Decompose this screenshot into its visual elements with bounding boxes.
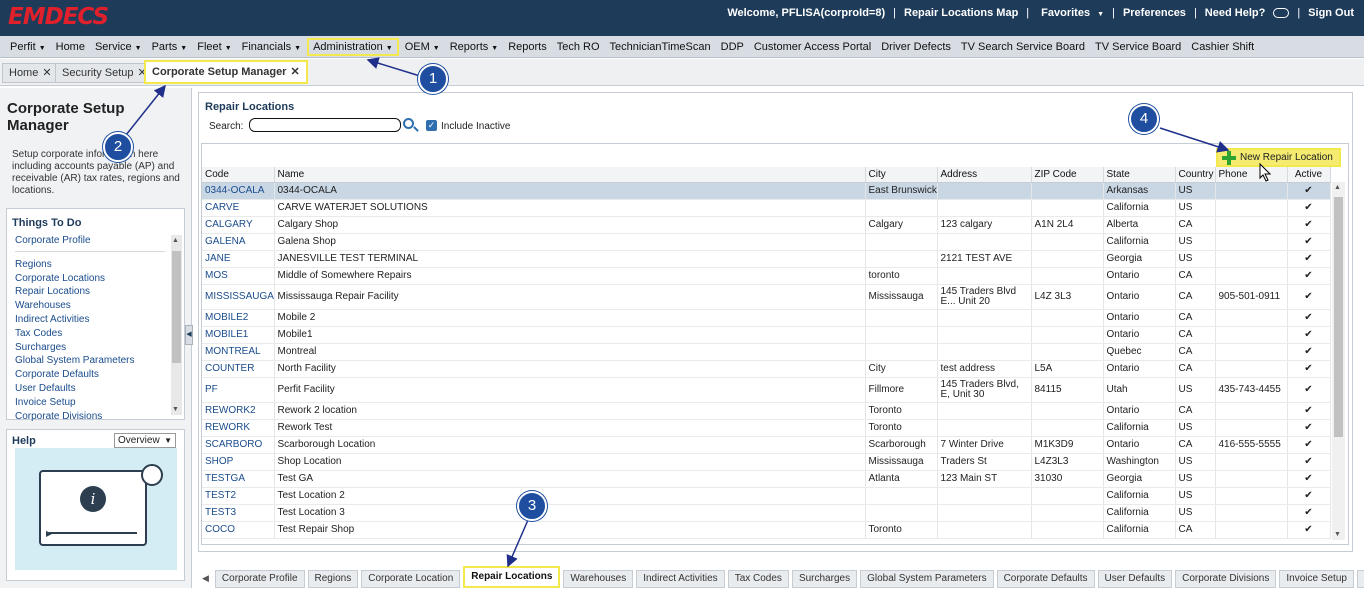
callout-4: 4: [1129, 104, 1159, 134]
callout-3: 3: [517, 491, 547, 521]
mouse-cursor-icon: [1259, 162, 1272, 182]
annotation-arrows: [121, 57, 1272, 568]
arrow-3: [506, 519, 529, 568]
arrow-4: [1159, 127, 1230, 153]
callout-2: 2: [103, 132, 133, 162]
callout-1: 1: [418, 64, 448, 94]
arrow-1: [366, 57, 421, 77]
arrow-2: [121, 84, 166, 141]
